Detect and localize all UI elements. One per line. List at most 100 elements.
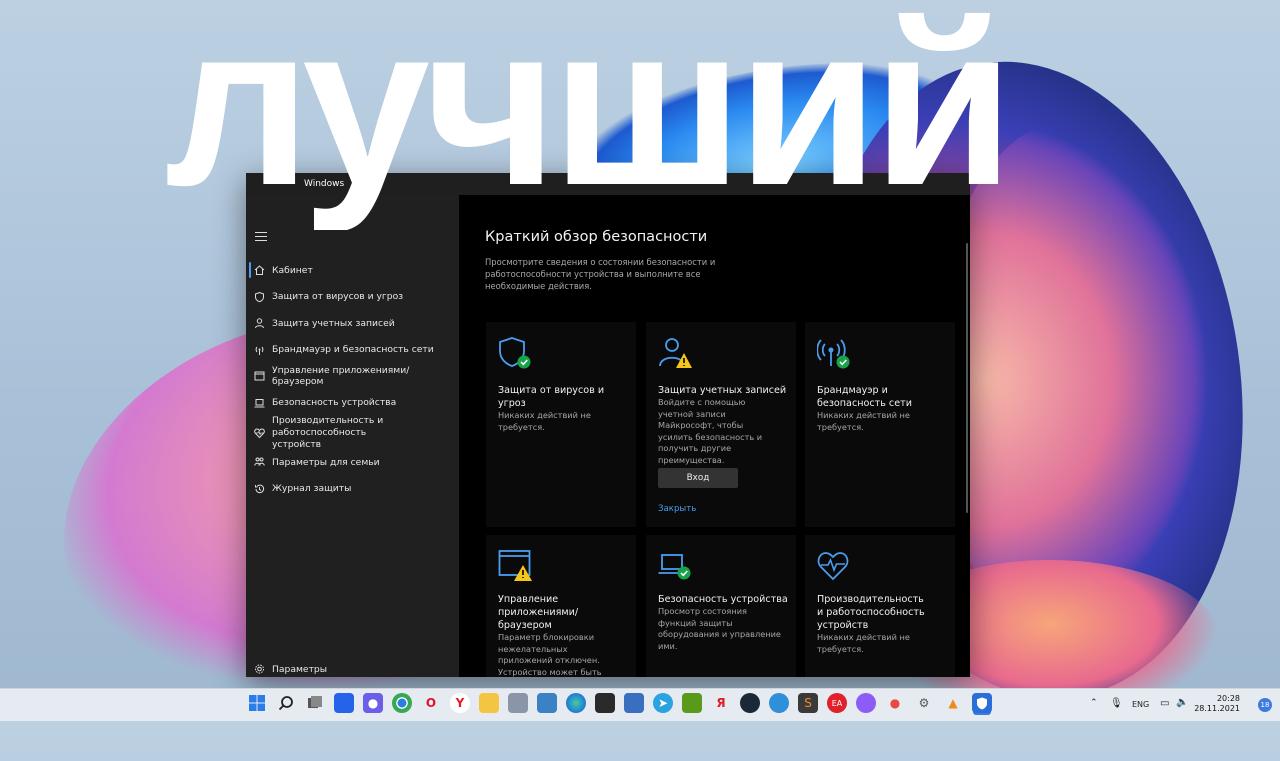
- card-app-browser[interactable]: Управление приложениями/браузером Параме…: [486, 535, 636, 677]
- sidebar-item-label: Управление приложениями/браузером: [272, 365, 410, 388]
- sign-in-button[interactable]: Вход: [658, 468, 738, 488]
- opera-icon[interactable]: O: [421, 693, 441, 713]
- search-icon[interactable]: [276, 693, 296, 713]
- steam-icon[interactable]: [740, 693, 760, 713]
- home-icon: [254, 265, 265, 276]
- language-indicator[interactable]: ENG: [1132, 700, 1149, 709]
- telegram-icon[interactable]: ➤: [653, 693, 673, 713]
- person-icon: [254, 318, 265, 329]
- card-device-security[interactable]: Безопасность устройства Просмотр состоян…: [646, 535, 796, 677]
- dismiss-link[interactable]: Закрыть: [658, 504, 696, 514]
- notification-badge[interactable]: 18: [1258, 698, 1272, 712]
- page-description: Просмотрите сведения о состоянии безопас…: [485, 257, 716, 291]
- settings-icon[interactable]: ⚙: [914, 693, 934, 713]
- chat-icon[interactable]: ●: [363, 693, 383, 713]
- location-app-icon[interactable]: ●: [885, 693, 905, 713]
- card-title: Защита учетных записей Войдите с помощью…: [658, 385, 787, 465]
- file-explorer-icon[interactable]: [479, 693, 499, 713]
- card-firewall[interactable]: Брандмауэр и безопасность сети Никаких д…: [805, 322, 955, 527]
- heart-pulse-icon: [817, 549, 853, 583]
- app-window-warning-icon: [498, 549, 534, 583]
- calculator-icon[interactable]: [624, 693, 644, 713]
- sidebar-item-device-performance[interactable]: Производительность и работоспособность у…: [246, 414, 459, 450]
- widgets-icon[interactable]: [334, 693, 354, 713]
- sidebar-item-protection-history[interactable]: Журнал защиты: [246, 476, 459, 503]
- yandex-icon[interactable]: Я: [711, 693, 731, 713]
- shield-check-icon: [498, 336, 534, 370]
- main-content: Краткий обзор безопасности Просмотрите с…: [459, 195, 970, 677]
- sidebar-item-label: Защита учетных записей: [272, 317, 395, 329]
- windows-security-icon[interactable]: [972, 693, 992, 713]
- person-warning-icon: [658, 336, 694, 370]
- network-icon[interactable]: ▭: [1160, 698, 1169, 709]
- sidebar-item-firewall[interactable]: Брандмауэр и безопасность сети: [246, 337, 459, 364]
- notepad-icon[interactable]: [537, 693, 557, 713]
- sidebar-item-label: Кабинет: [272, 264, 313, 276]
- card-device-performance[interactable]: Производительность и работоспособность у…: [805, 535, 955, 677]
- sidebar-item-account-protection[interactable]: Защита учетных записей: [246, 310, 459, 337]
- sidebar-settings: Параметры: [246, 664, 459, 677]
- alice-icon[interactable]: [856, 693, 876, 713]
- sidebar-item-label: Производительность и работоспособность у…: [272, 414, 384, 450]
- card-description: Просмотр состояния функций защиты оборуд…: [658, 606, 781, 651]
- sidebar-item-home[interactable]: Кабинет: [246, 257, 459, 284]
- card-description: Параметр блокировки нежелательных прилож…: [498, 632, 602, 677]
- sidebar-item-virus-protection[interactable]: Защита от вирусов и угроз: [246, 284, 459, 311]
- sidebar-item-settings[interactable]: Параметры: [246, 656, 459, 677]
- clock-time: 20:28: [1216, 694, 1240, 703]
- clock-date: 28.11.2021: [1194, 704, 1240, 713]
- sidebar-item-app-browser[interactable]: Управление приложениями/браузером: [246, 363, 459, 390]
- card-description: Войдите с помощью учетной записи Майкрос…: [658, 397, 763, 465]
- sublime-icon[interactable]: S: [798, 693, 818, 713]
- ea-icon[interactable]: EA: [827, 693, 847, 713]
- hamburger-menu-icon[interactable]: [255, 232, 267, 242]
- microphone-icon[interactable]: 🎙: [1110, 698, 1123, 709]
- image-editor-icon[interactable]: [508, 693, 528, 713]
- card-description: Никаких действий не требуется.: [817, 410, 910, 432]
- sidebar-item-label: Параметры: [272, 663, 328, 675]
- vlc-icon[interactable]: ▲: [943, 693, 963, 713]
- card-title: Брандмауэр и безопасность сети Никаких д…: [817, 384, 917, 433]
- card-title: Защита от вирусов и угроз Никаких действ…: [498, 384, 634, 433]
- antenna-check-icon: [816, 336, 853, 370]
- gear-icon: [254, 664, 265, 675]
- sidebar-item-family[interactable]: Параметры для семьи: [246, 449, 459, 476]
- taskbar: ● O Y ➤ Я S EA ● ⚙ ▲ ⌃ 🎙 ENG ▭ 🔈 20:28 2…: [0, 688, 1280, 721]
- card-account-protection[interactable]: Защита учетных записей Войдите с помощью…: [646, 322, 796, 527]
- page-title: Краткий обзор безопасности: [485, 229, 708, 245]
- sidebar-item-label: Безопасность устройства: [272, 397, 397, 409]
- nvidia-icon[interactable]: [682, 693, 702, 713]
- chrome-icon[interactable]: [392, 693, 412, 713]
- card-virus-protection[interactable]: Защита от вирусов и угроз Никаких действ…: [486, 322, 636, 527]
- security-window: Windows Кабинет Защита от вирусов и угро…: [246, 173, 970, 677]
- card-description: Никаких действий не требуется.: [817, 632, 910, 654]
- clock[interactable]: 20:28 28.11.2021: [1194, 694, 1240, 714]
- sidebar-item-label: Защита от вирусов и угроз: [272, 291, 404, 303]
- chevron-up-icon[interactable]: ⌃: [1090, 698, 1098, 708]
- yandex-browser-icon[interactable]: Y: [450, 693, 470, 713]
- laptop-check-icon: [658, 549, 694, 583]
- history-icon: [254, 483, 265, 494]
- headline-overlay: лучший: [165, 0, 1014, 230]
- sidebar-nav: Кабинет Защита от вирусов и угроз Защита…: [246, 257, 459, 502]
- store-icon[interactable]: [595, 693, 615, 713]
- system-tray: ⌃ 🎙 ENG ▭ 🔈 20:28 28.11.2021 18: [1080, 689, 1280, 721]
- laptop-icon: [254, 397, 265, 408]
- card-description: Никаких действий не требуется.: [498, 410, 591, 432]
- start-icon[interactable]: [247, 693, 267, 713]
- card-title: Управление приложениями/браузером Параме…: [498, 593, 628, 677]
- card-title: Производительность и работоспособность у…: [817, 594, 925, 654]
- card-title: Безопасность устройства Просмотр состоян…: [658, 594, 788, 651]
- network-app-icon[interactable]: [769, 693, 789, 713]
- wifi-antenna-icon: [254, 344, 265, 355]
- edge-icon[interactable]: [566, 693, 586, 713]
- scrollbar[interactable]: [966, 243, 968, 513]
- volume-icon[interactable]: 🔈: [1176, 697, 1188, 708]
- sidebar-item-label: Параметры для семьи: [272, 456, 380, 468]
- sidebar: Кабинет Защита от вирусов и угроз Защита…: [246, 195, 459, 677]
- heart-pulse-icon: [254, 427, 265, 438]
- task-view-icon[interactable]: [305, 693, 325, 713]
- family-icon: [254, 457, 265, 468]
- taskbar-apps: ● O Y ➤ Я S EA ● ⚙ ▲: [247, 693, 1001, 713]
- sidebar-item-device-security[interactable]: Безопасность устройства: [246, 390, 459, 417]
